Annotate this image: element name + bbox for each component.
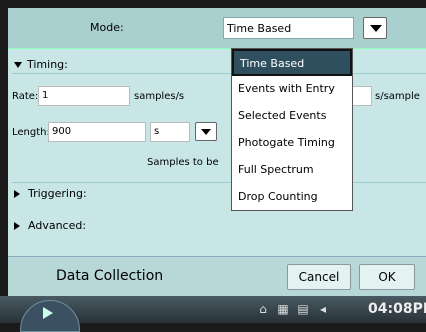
home-icon[interactable]: ⌂ [256,302,270,316]
start-button[interactable] [20,300,80,332]
samples-text: Samples to be [147,157,219,168]
length-input[interactable]: 900 [48,122,146,142]
length-unit-dropdown-arrow-icon[interactable] [195,122,217,141]
timing-section-toggle[interactable]: Timing: [14,58,68,71]
mode-dropdown-arrow-icon[interactable] [363,17,387,39]
advanced-header: Advanced: [28,219,87,232]
ok-button[interactable]: OK [359,264,415,290]
length-unit-select[interactable]: s [150,122,190,142]
rate-value: 1 [42,90,49,101]
mode-option-full-spectrum[interactable]: Full Spectrum [232,157,352,184]
rate-unit: samples/s [134,91,185,102]
storage-icon[interactable]: ▤ [296,302,310,316]
triggering-header: Triggering: [28,187,87,200]
mode-option-drop-counting[interactable]: Drop Counting [232,184,352,211]
expand-triangle-icon [14,190,20,198]
dialog-footer: Data Collection Cancel OK [8,256,426,296]
advanced-section-toggle[interactable]: Advanced: [14,219,86,232]
clock: 04:08PM [368,301,426,317]
settings-panel: Timing: Rate: 1 samples/s s/sample Lengt… [8,48,426,256]
cancel-button[interactable]: Cancel [287,264,351,290]
length-label: Length: [12,127,50,138]
timing-section: Rate: 1 samples/s s/sample Length: 900 s… [12,73,426,183]
mode-row: Mode: Time Based [8,8,426,48]
rate-label: Rate: [12,91,39,102]
length-unit-value: s [154,126,160,137]
mode-dropdown-list: Time Based Events with Entry Selected Ev… [231,48,353,211]
taskbar: ⌂ ▦ ▤ ◂ 04:08PM [0,296,426,332]
mode-option-time-based[interactable]: Time Based [232,49,352,76]
mode-option-events-with-entry[interactable]: Events with Entry [232,76,352,103]
mode-select-value: Time Based [227,22,292,35]
mode-option-selected-events[interactable]: Selected Events [232,103,352,130]
volume-icon[interactable]: ◂ [316,302,330,316]
collapse-triangle-icon [14,62,22,68]
timing-header: Timing: [27,58,68,71]
mode-option-photogate-timing[interactable]: Photogate Timing [232,130,352,157]
dialog-title: Data Collection [56,268,164,284]
period-unit: s/sample [375,91,420,102]
expand-triangle-icon [14,222,20,230]
rate-input[interactable]: 1 [38,86,130,106]
triggering-section-toggle[interactable]: Triggering: [14,187,87,200]
length-value: 900 [52,126,72,137]
mode-select[interactable]: Time Based [223,17,354,39]
keyboard-icon[interactable]: ▦ [276,302,290,316]
data-collection-dialog: Mode: Time Based Timing: Rate: 1 samples… [8,8,426,296]
mode-label: Mode: [90,21,124,34]
